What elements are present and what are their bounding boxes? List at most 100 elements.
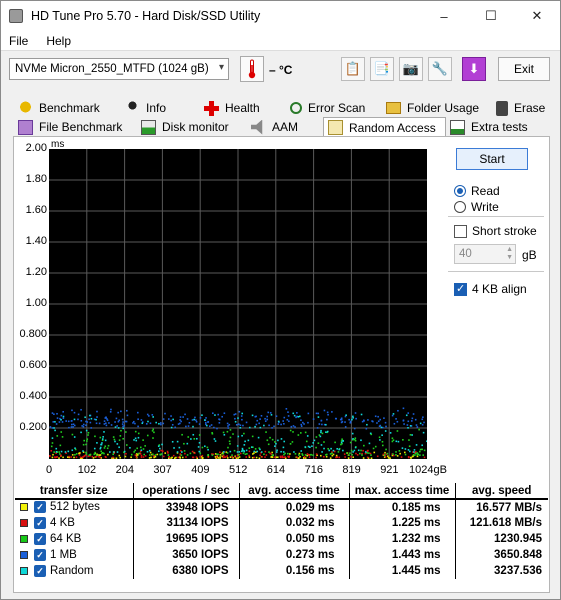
short-stroke-checkbox[interactable]: Short stroke bbox=[454, 223, 537, 239]
tabs-row-2: File Benchmark Disk monitor AAM Random A… bbox=[14, 117, 536, 137]
data-point bbox=[386, 455, 389, 458]
data-point bbox=[162, 422, 165, 425]
data-point bbox=[260, 414, 263, 417]
menu-file[interactable]: File bbox=[9, 34, 28, 48]
ops-cell: 3650 IOPS bbox=[132, 547, 239, 563]
data-point bbox=[366, 450, 369, 452]
data-point bbox=[367, 419, 369, 421]
data-point bbox=[282, 446, 285, 449]
data-point bbox=[134, 437, 137, 440]
data-point bbox=[266, 439, 269, 442]
data-point bbox=[122, 421, 124, 423]
data-point bbox=[88, 418, 90, 421]
maximize-button[interactable]: ☐ bbox=[468, 1, 514, 31]
camera-icon[interactable]: 📷 bbox=[399, 57, 423, 81]
data-point bbox=[416, 426, 419, 428]
exit-button[interactable]: Exit bbox=[498, 57, 550, 81]
data-point bbox=[152, 453, 154, 456]
x-tick-label: 716 bbox=[304, 464, 323, 476]
data-point bbox=[273, 425, 275, 428]
data-point bbox=[201, 454, 204, 457]
data-point bbox=[68, 426, 70, 429]
data-point bbox=[218, 418, 221, 421]
menu-help[interactable]: Help bbox=[46, 34, 71, 48]
save-icon[interactable]: ⬇ bbox=[462, 57, 486, 81]
data-point bbox=[237, 457, 240, 459]
data-point bbox=[96, 442, 98, 444]
read-radio[interactable]: Read bbox=[454, 183, 500, 199]
options-icon[interactable]: 🔧 bbox=[428, 57, 452, 81]
data-point bbox=[397, 409, 399, 412]
tab-erase[interactable]: Erase bbox=[492, 98, 552, 118]
data-point bbox=[337, 451, 340, 453]
data-point bbox=[239, 452, 242, 455]
data-point bbox=[307, 445, 310, 448]
series-checkbox[interactable]: ✓ bbox=[34, 516, 46, 529]
data-point bbox=[292, 431, 294, 433]
data-point bbox=[245, 456, 248, 458]
data-point bbox=[391, 414, 394, 417]
close-button[interactable]: ✕ bbox=[514, 1, 560, 31]
data-point bbox=[366, 423, 368, 426]
data-point bbox=[112, 436, 115, 438]
tab-label: Erase bbox=[514, 101, 546, 115]
minimize-button[interactable]: – bbox=[421, 1, 467, 31]
tab-label: Random Access bbox=[349, 120, 436, 135]
tab-file-benchmark[interactable]: File Benchmark bbox=[14, 117, 137, 137]
speed-cell: 121.618 MB/s bbox=[454, 515, 548, 531]
col-header: operations / sec bbox=[132, 483, 239, 500]
tab-health[interactable]: Health bbox=[200, 98, 286, 118]
series-checkbox[interactable]: ✓ bbox=[34, 532, 46, 545]
tab-aam[interactable]: AAM bbox=[247, 117, 323, 137]
align-checkbox[interactable]: 4 KB align bbox=[454, 281, 527, 297]
data-point bbox=[298, 457, 300, 459]
data-point bbox=[176, 451, 179, 453]
data-point bbox=[318, 423, 321, 425]
tab-extra-tests[interactable]: Extra tests bbox=[446, 117, 536, 137]
data-point bbox=[112, 453, 114, 456]
series-checkbox[interactable]: ✓ bbox=[34, 548, 46, 561]
tab-folder-usage[interactable]: Folder Usage bbox=[382, 98, 492, 118]
data-point bbox=[84, 416, 86, 419]
start-button[interactable]: Start bbox=[456, 148, 528, 170]
data-point bbox=[121, 418, 124, 421]
tab-disk-monitor[interactable]: Disk monitor bbox=[137, 117, 247, 137]
thermometer-icon[interactable] bbox=[240, 56, 264, 82]
write-radio[interactable]: Write bbox=[454, 199, 499, 215]
drive-select[interactable]: NVMe Micron_2550_MTFD (1024 gB) ▾ bbox=[9, 58, 229, 80]
data-point bbox=[232, 433, 234, 435]
monitor-chart-icon bbox=[141, 119, 156, 135]
results-header-row: transfer size operations / sec avg. acce… bbox=[15, 483, 548, 500]
tab-random-access[interactable]: Random Access bbox=[323, 117, 446, 137]
series-checkbox[interactable]: ✓ bbox=[34, 501, 46, 514]
data-point bbox=[179, 457, 182, 459]
data-point bbox=[353, 427, 356, 430]
data-point bbox=[149, 451, 152, 454]
speed-cell: 3237.536 bbox=[454, 563, 548, 579]
data-point bbox=[351, 418, 353, 421]
data-point bbox=[95, 418, 97, 421]
data-point bbox=[124, 455, 127, 458]
copy-icon[interactable]: 📑 bbox=[370, 57, 394, 81]
tab-info[interactable]: Info bbox=[121, 98, 200, 118]
data-point bbox=[103, 452, 105, 455]
data-point bbox=[82, 425, 85, 428]
avg-time-cell: 0.050 ms bbox=[238, 531, 349, 547]
data-point bbox=[300, 450, 303, 452]
data-point bbox=[269, 436, 271, 439]
tab-error-scan[interactable]: Error Scan bbox=[286, 98, 382, 118]
tab-benchmark[interactable]: Benchmark bbox=[14, 98, 121, 118]
series-checkbox[interactable]: ✓ bbox=[34, 564, 46, 577]
copy-text-icon[interactable]: 📋 bbox=[341, 57, 365, 81]
data-point bbox=[144, 455, 147, 457]
data-point bbox=[370, 454, 372, 456]
ops-value: 3650 bbox=[172, 549, 198, 561]
data-point bbox=[157, 445, 160, 447]
data-point bbox=[325, 431, 327, 433]
data-point bbox=[419, 454, 421, 456]
data-point bbox=[56, 412, 58, 415]
short-stroke-stepper[interactable]: 40 ▲ ▼ bbox=[454, 244, 516, 264]
app-window: HD Tune Pro 5.70 - Hard Disk/SSD Utility… bbox=[0, 0, 561, 600]
data-point bbox=[99, 456, 102, 459]
data-point bbox=[85, 429, 88, 432]
